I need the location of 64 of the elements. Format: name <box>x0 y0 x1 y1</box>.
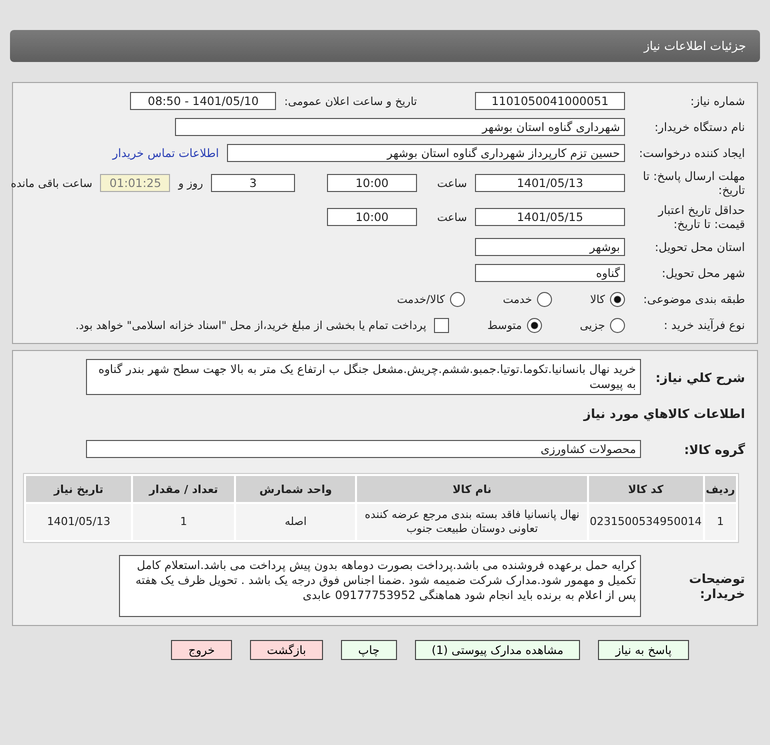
radio-label: خدمت <box>502 292 532 306</box>
column-header: نام کالا <box>357 476 587 502</box>
column-header: واحد شمارش <box>236 476 356 502</box>
action-button[interactable]: بازگشت <box>250 640 324 660</box>
deadline-time-field: 10:00 <box>327 174 418 192</box>
announce-date-field: 1401/05/10 - 08:50 <box>130 92 276 110</box>
date-cell: 1401/05/13 <box>26 504 132 540</box>
remaining-time-field: 01:01:25 <box>100 174 170 192</box>
name-cell: نهال پانسانیا فاقد بسته بندی مرجع عرضه کننده تعاونی دوستان طبیعت جنوب <box>357 504 587 540</box>
goods-group-field: محصولات کشاورزی <box>86 440 641 458</box>
field-label: استان محل تحویل: <box>654 240 745 254</box>
radio-button[interactable] <box>610 292 625 306</box>
field-label: ساعت باقی مانده <box>10 176 92 190</box>
contact-link[interactable]: اطلاعات تماس خریدار <box>112 146 219 160</box>
field-label: گروه کالا: <box>683 442 745 456</box>
radio-button[interactable] <box>526 318 542 332</box>
field-label: تاریخ و ساعت اعلان عمومی: <box>284 94 417 108</box>
city-field: گناوه <box>475 264 625 282</box>
action-button[interactable]: چاپ <box>341 640 397 660</box>
need-number-field: 1101050041000051 <box>475 92 625 110</box>
validity-time-field: 10:00 <box>327 208 418 226</box>
field-label: شهر محل تحویل: <box>660 266 745 280</box>
action-button[interactable]: مشاهده مدارک پیوستی (1) <box>414 640 580 660</box>
field-label: شماره نیاز: <box>689 94 745 108</box>
deadline-date-field: 1401/05/13 <box>475 174 625 192</box>
checkbox-label: پرداخت تمام یا بخشی از مبلغ خرید،از محل "اسناد خزانه اسلامی" خواهد بود. <box>76 318 426 332</box>
column-header: ردیف <box>704 476 736 502</box>
requester-field: حسین تزم کارپرداز شهرداری گناوه استان بوشهر <box>227 144 625 162</box>
field-label: ساعت <box>437 210 467 224</box>
field-label: حداقل تاریخ اعتبار قیمت: تا تاریخ: <box>656 203 745 231</box>
field-label: ساعت <box>437 176 467 190</box>
treasury-checkbox[interactable] <box>434 318 450 332</box>
radio-button[interactable] <box>610 318 625 332</box>
row-number-cell: 1 <box>704 504 736 540</box>
column-header: تعداد / مقدار <box>133 476 234 502</box>
description-field: خرید نهال بانسانیا.تکوما.توتیا.جمبو.ششم.چریش.مشعل جنگل ب ارتفاع یک متر به بالا جهت سطح شهر بندر گناوه به پیوست <box>86 359 641 395</box>
validity-date-field: 1401/05/15 <box>475 208 625 226</box>
column-header: کد کالا <box>588 476 703 502</box>
field-label: توضیحات خریدار: <box>688 571 745 601</box>
radio-label: کالا <box>590 292 605 306</box>
code-cell: 0231500534950014 <box>588 504 703 540</box>
province-field: بوشهر <box>475 238 625 256</box>
radio-label: جزیی <box>580 318 605 332</box>
radio-button[interactable] <box>450 292 465 306</box>
buyer-notes-field: کرایه حمل برعهده فروشنده می باشد.پرداخت بصورت دوماهه بدون پیش پرداخت می باشد.استعلام کامل تکمیل و مهمور شود.مدارک شرکت ضمیمه شود .ضمنا اجناس فوق درجه یک باشد . تحویل ظرف یک هفته پس از اعلام به برنده باید انجام شود هماهنگی 09177753952 عابدی <box>119 555 641 617</box>
radio-button[interactable] <box>537 292 552 306</box>
column-header: تاریخ نیاز <box>26 476 132 502</box>
field-label: مهلت ارسال پاسخ: تا تاریخ: <box>642 169 745 197</box>
radio-label: کالا/خدمت <box>397 292 445 306</box>
field-label: ایجاد کننده درخواست: <box>638 146 745 160</box>
field-label: نام دستگاه خریدار: <box>653 120 745 134</box>
action-button[interactable]: پاسخ به نیاز <box>598 640 689 660</box>
field-label: طبقه بندی موضوعی: <box>642 292 745 306</box>
field-label: روز و <box>178 176 204 190</box>
buyer-org-field: شهرداری گناوه استان بوشهر <box>175 118 625 136</box>
action-button[interactable]: خروج <box>171 640 232 660</box>
unit-cell: اصله <box>236 504 356 540</box>
field-label: شرح کلي نياز: <box>654 370 745 384</box>
quantity-cell: 1 <box>133 504 234 540</box>
days-field: 3 <box>211 174 296 192</box>
page-header: جزئیات اطلاعات نیاز <box>10 30 760 62</box>
section-title: اطلاعات کالاهاي مورد نياز <box>584 406 745 420</box>
radio-label: متوسط <box>487 318 522 332</box>
field-label: نوع فرآیند خرید : <box>662 318 745 332</box>
